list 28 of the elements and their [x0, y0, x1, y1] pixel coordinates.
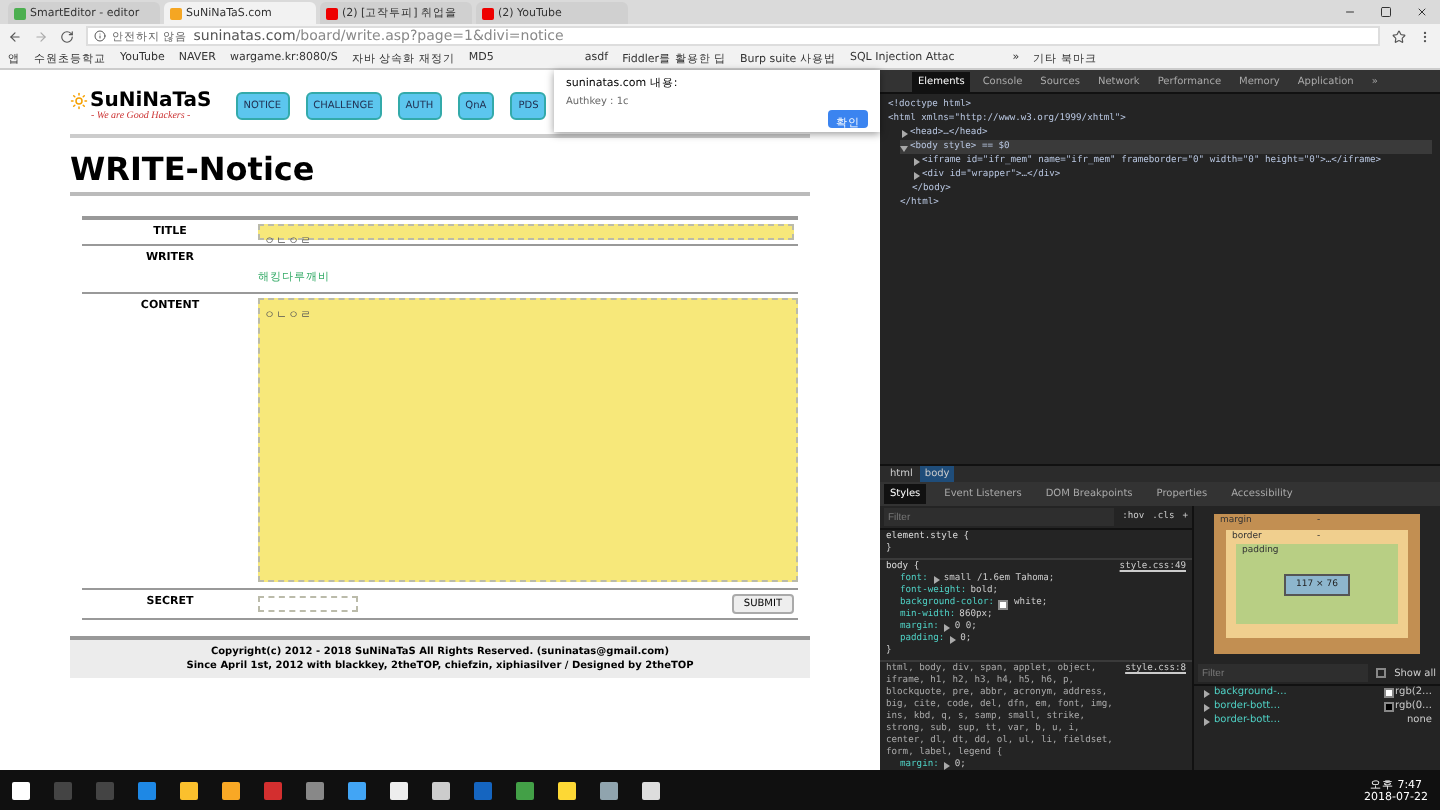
collapsed-arrow-icon[interactable] — [942, 762, 951, 770]
back-icon[interactable] — [8, 29, 22, 43]
tab-favicon-icon — [170, 7, 182, 19]
page-heading: WRITE-Notice — [70, 150, 810, 196]
tab-favicon-icon — [14, 7, 26, 19]
tab-favicon-icon — [482, 7, 494, 19]
maximize-icon[interactable] — [1380, 6, 1392, 18]
close-icon[interactable] — [1416, 6, 1428, 18]
collapsed-arrow-icon[interactable] — [948, 636, 957, 644]
expanded-arrow-icon[interactable] — [900, 143, 908, 151]
collapsed-arrow-icon[interactable] — [931, 576, 940, 584]
app-icon[interactable] — [600, 781, 618, 799]
minimize-icon[interactable] — [1344, 6, 1356, 18]
secret-field[interactable] — [258, 596, 358, 612]
tab-favicon-icon — [326, 7, 338, 19]
show-all-checkbox[interactable] — [1376, 668, 1387, 678]
sun-icon — [70, 92, 88, 110]
star-icon[interactable] — [1392, 29, 1406, 43]
collapsed-arrow-icon[interactable] — [912, 171, 920, 179]
reload-icon[interactable] — [60, 29, 74, 43]
logo-text: SuNiNaTaS — [90, 90, 212, 112]
collapsed-arrow-icon[interactable] — [900, 129, 908, 137]
color-swatch[interactable] — [998, 599, 1009, 609]
app-icon[interactable] — [474, 781, 492, 799]
collapsed-arrow-icon[interactable] — [942, 624, 951, 632]
info-icon — [94, 30, 106, 42]
collapsed-arrow-icon[interactable] — [912, 157, 920, 165]
menu-icon[interactable] — [1418, 29, 1432, 43]
